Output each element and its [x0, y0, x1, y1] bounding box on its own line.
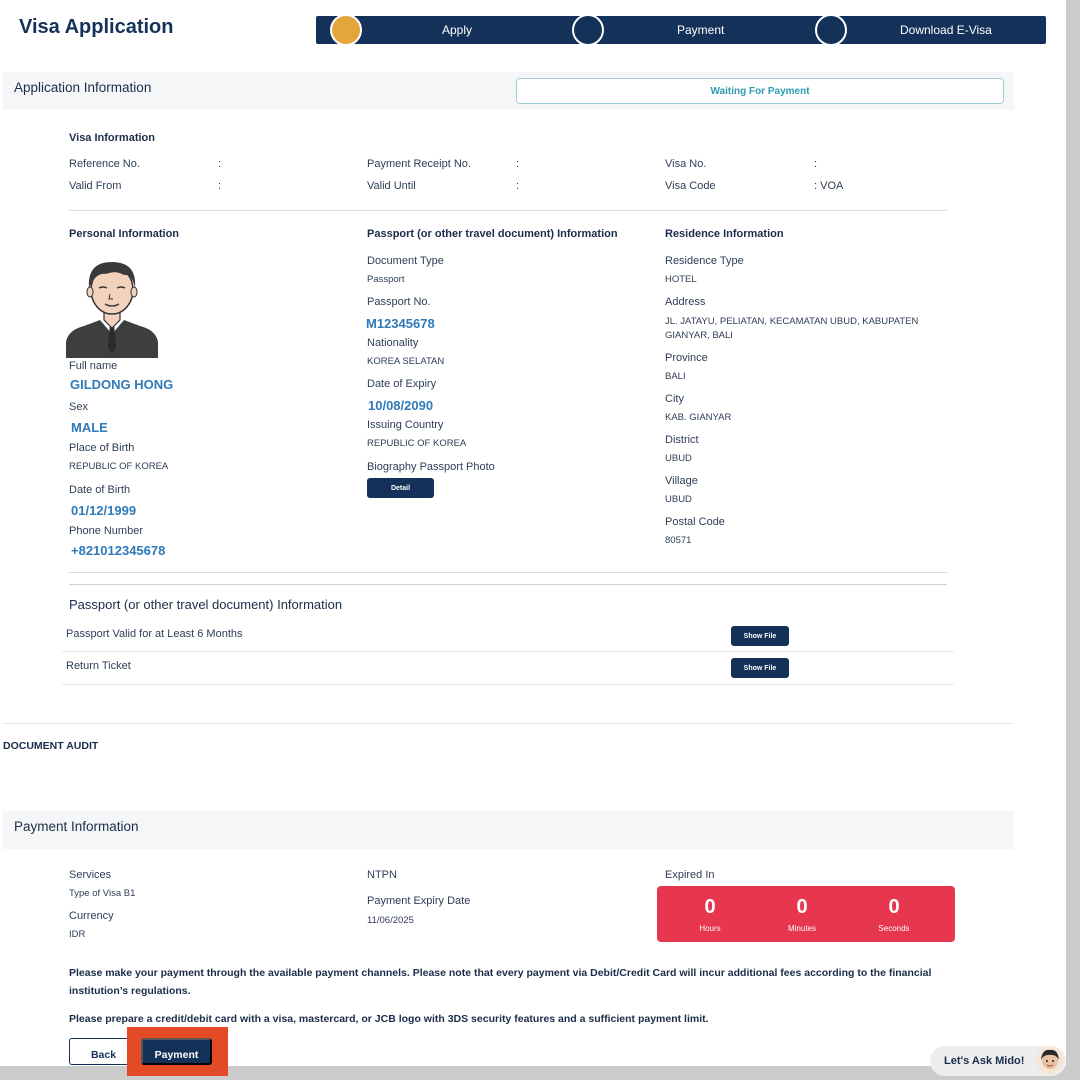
village-value: UBUD [665, 494, 692, 505]
currency-value: IDR [69, 929, 86, 940]
divider [69, 572, 947, 573]
page-title: Visa Application [19, 16, 174, 38]
visa-no-value: : [814, 158, 818, 170]
document-type-label: Document Type [367, 255, 444, 267]
payment-expiry-date-label: Payment Expiry Date [367, 895, 471, 907]
show-file-passport-button[interactable]: Show File [731, 626, 789, 646]
postal-code-label: Postal Code [665, 516, 725, 528]
timer-hours-label: Hours [699, 924, 721, 933]
visa-code-value: : VOA [814, 180, 844, 192]
divider [69, 210, 947, 211]
district-label: District [665, 434, 699, 446]
passport-no-value: M12345678 [366, 316, 435, 331]
mido-avatar-icon[interactable] [1036, 1046, 1064, 1074]
status-badge: Waiting For Payment [516, 78, 1004, 104]
step-payment-indicator [572, 14, 604, 46]
document-row-label: Passport Valid for at Least 6 Months [66, 628, 243, 640]
payment-receipt-label: Payment Receipt No. [367, 158, 471, 170]
visa-no-label: Visa No. [665, 158, 707, 170]
timer-seconds-label: Seconds [878, 924, 910, 933]
currency-label: Currency [69, 910, 114, 922]
date-of-expiry-value: 10/08/2090 [368, 398, 434, 413]
village-label: Village [665, 475, 698, 487]
step-payment-label: Payment [677, 23, 725, 37]
sex-value: MALE [71, 420, 108, 435]
phone-number-value: +821012345678 [71, 543, 166, 558]
progress-stepper: Apply Payment Download E-Visa [316, 14, 1046, 46]
full-name-label: Full name [69, 360, 118, 372]
passport-photo-label: Biography Passport Photo [367, 461, 495, 473]
district-value: UBUD [665, 453, 692, 464]
residence-type-label: Residence Type [665, 255, 744, 267]
step-download-label: Download E-Visa [900, 23, 992, 37]
reference-no-value: : [218, 158, 222, 170]
phone-number-label: Phone Number [69, 525, 143, 537]
ntpn-label: NTPN [367, 869, 397, 881]
date-of-expiry-label: Date of Expiry [367, 378, 437, 390]
city-label: City [665, 393, 684, 405]
payment-notice-fees: Please make your payment through the ava… [69, 967, 932, 997]
step-apply-indicator [330, 14, 362, 46]
divider [69, 584, 947, 585]
sex-label: Sex [69, 401, 88, 413]
document-audit-heading: DOCUMENT AUDIT [3, 740, 99, 752]
services-value: Type of Visa B1 [69, 888, 136, 899]
reference-no-label: Reference No. [69, 158, 140, 170]
payment-button[interactable]: Payment [141, 1038, 212, 1065]
valid-until-label: Valid Until [367, 180, 416, 192]
full-name-value: GILDONG HONG [70, 377, 174, 392]
step-apply-label: Apply [442, 23, 473, 37]
payment-expiry-date-value: 11/06/2025 [367, 915, 414, 926]
residence-info-heading: Residence Information [665, 228, 784, 240]
payment-receipt-value: : [516, 158, 520, 170]
page: Visa Application Apply Payment Download … [0, 0, 1066, 1066]
personal-info-heading: Personal Information [69, 228, 180, 240]
residence-type-value: HOTEL [665, 274, 697, 285]
valid-from-label: Valid From [69, 180, 122, 192]
timer-minutes-label: Minutes [787, 924, 816, 933]
valid-from-value: : [218, 180, 222, 192]
place-of-birth-value: REPUBLIC OF KOREA [69, 461, 169, 472]
divider [62, 651, 954, 652]
passport-no-label: Passport No. [367, 296, 431, 308]
show-file-return-ticket-button[interactable]: Show File [731, 658, 789, 678]
payment-notice-card: Please prepare a credit/debit card with … [69, 1013, 709, 1025]
timer-minutes-value: 0 [796, 896, 808, 918]
city-value: KAB. GIANYAR [665, 412, 732, 423]
address-label: Address [665, 296, 706, 308]
date-of-birth-value: 01/12/1999 [71, 503, 137, 518]
document-type-value: Passport [367, 274, 405, 285]
services-label: Services [69, 869, 112, 881]
step-download-indicator [815, 14, 847, 46]
document-row-label: Return Ticket [66, 660, 131, 672]
ask-mido-label: Let's Ask Mido! [944, 1055, 1025, 1067]
nationality-label: Nationality [367, 337, 419, 349]
passport-info-heading: Passport (or other travel document) Info… [367, 228, 618, 240]
province-value: BALI [665, 371, 686, 382]
payment-section-header: Payment Information [3, 811, 1014, 849]
expired-in-label: Expired In [665, 869, 715, 881]
nationality-value: KOREA SELATAN [367, 356, 445, 367]
avatar [66, 262, 158, 358]
application-section-title: Application Information [14, 80, 152, 95]
province-label: Province [665, 352, 708, 364]
valid-until-value: : [516, 180, 520, 192]
countdown-timer: 0 Hours 0 Minutes 0 Seconds [657, 886, 955, 942]
address-value: JL. JATAYU, PELIATAN, KECAMATAN UBUD, KA… [665, 316, 919, 341]
payment-section-title: Payment Information [14, 819, 139, 834]
documents-heading: Passport (or other travel document) Info… [69, 597, 343, 612]
date-of-birth-label: Date of Birth [69, 484, 131, 496]
timer-seconds-value: 0 [888, 896, 900, 918]
visa-info-heading: Visa Information [69, 132, 155, 144]
issuing-country-label: Issuing Country [367, 419, 444, 431]
visa-code-label: Visa Code [665, 180, 716, 192]
divider [3, 723, 1014, 724]
postal-code-value: 80571 [665, 535, 692, 546]
issuing-country-value: REPUBLIC OF KOREA [367, 438, 467, 449]
divider [62, 684, 954, 685]
mido-face-icon [1041, 1049, 1059, 1069]
timer-hours-value: 0 [704, 896, 716, 918]
passport-photo-detail-button[interactable]: Detail [367, 478, 434, 498]
place-of-birth-label: Place of Birth [69, 442, 135, 454]
